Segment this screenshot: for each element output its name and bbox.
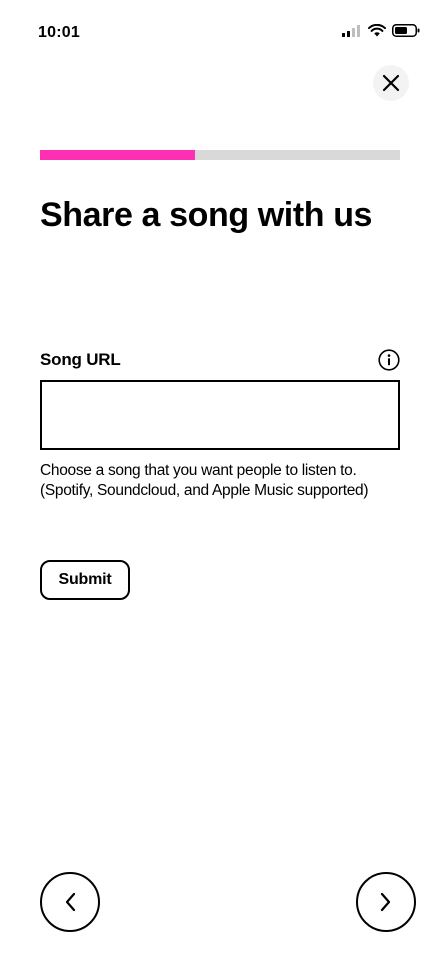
status-bar: 10:01 [0, 0, 440, 60]
previous-button[interactable] [40, 872, 100, 932]
cellular-signal-icon [342, 24, 360, 37]
song-share-screen: 10:01 Share a song with us Song URL Choo… [0, 0, 440, 956]
helper-text: Choose a song that you want people to li… [40, 461, 410, 501]
song-url-label: Song URL [40, 350, 121, 369]
progress-fill [40, 150, 195, 160]
helper-text-line-2: (Spotify, Soundcloud, and Apple Music su… [40, 482, 369, 499]
helper-text-line-1: Choose a song that you want people to li… [40, 462, 357, 479]
submit-button[interactable]: Submit [40, 560, 130, 600]
chevron-right-icon [380, 892, 391, 912]
close-button[interactable] [373, 65, 409, 101]
progress-bar [40, 150, 400, 160]
status-icons [342, 24, 420, 37]
info-button[interactable] [378, 349, 400, 371]
chevron-left-icon [65, 892, 76, 912]
page-title: Share a song with us [40, 196, 373, 234]
next-button[interactable] [356, 872, 416, 932]
status-time: 10:01 [38, 24, 80, 41]
song-url-input[interactable] [40, 380, 400, 450]
info-icon [378, 349, 400, 371]
wifi-icon [368, 24, 386, 37]
battery-icon [392, 24, 420, 37]
close-icon [382, 74, 400, 92]
